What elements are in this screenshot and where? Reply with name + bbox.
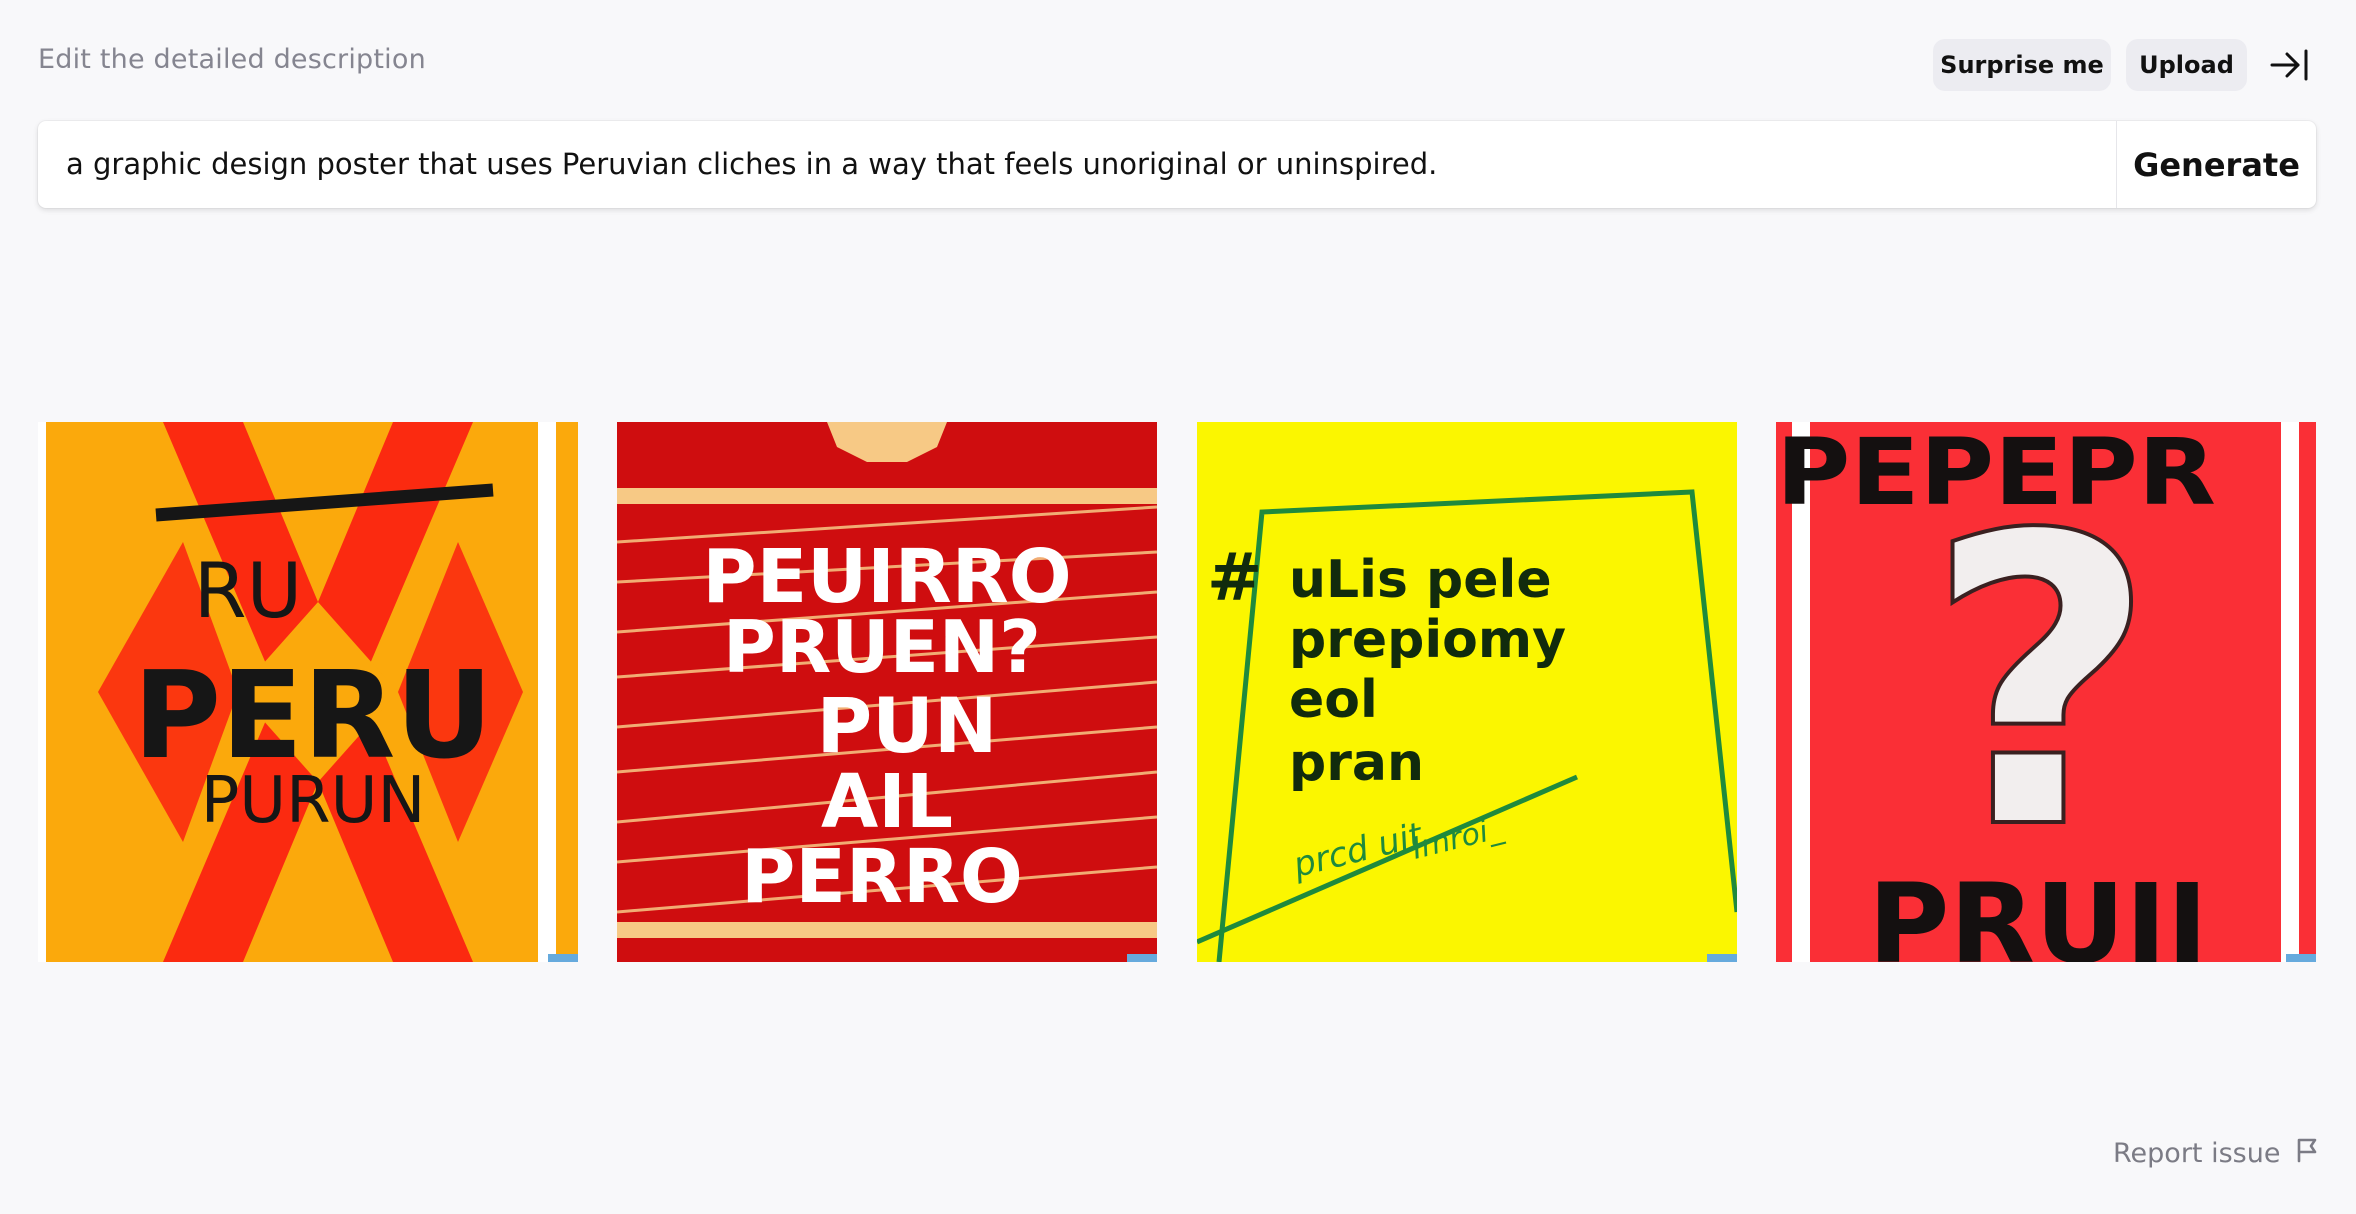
image-border <box>2281 422 2299 962</box>
image-1-text-1: RU <box>194 546 302 635</box>
flag-icon <box>2294 1137 2320 1170</box>
image-border <box>538 422 556 962</box>
image-4-text-3: PRUII <box>1868 860 2208 962</box>
generated-image-4[interactable]: PEPEPR ? PRUII <box>1776 422 2316 962</box>
description-hint: Edit the detailed description <box>38 44 426 75</box>
surprise-me-button[interactable]: Surprise me <box>1933 39 2111 91</box>
upload-button[interactable]: Upload <box>2126 39 2247 91</box>
watermark <box>1707 954 1737 962</box>
report-issue-label: Report issue <box>2113 1138 2281 1169</box>
watermark <box>548 954 578 962</box>
arrow-to-right-icon[interactable] <box>2268 44 2312 86</box>
prompt-bar: a graphic design poster that uses Peruvi… <box>38 121 2316 208</box>
image-3-text-5: pran <box>1289 733 1424 793</box>
generate-button[interactable]: Generate <box>2117 121 2316 208</box>
prompt-input[interactable]: a graphic design poster that uses Peruvi… <box>66 145 2116 183</box>
generated-image-3[interactable]: # uLis pele prepiomy eol pran prcd uit I… <box>1197 422 1737 962</box>
image-2-text-3: PUN <box>816 681 997 770</box>
bottom-band <box>617 922 1157 938</box>
image-2-text-4: AIL <box>821 759 953 845</box>
generated-image-1[interactable]: RU PERU PURUN <box>38 422 578 962</box>
image-3-text-4: eol <box>1289 670 1378 730</box>
image-1-text-3: PURUN <box>201 764 426 838</box>
image-3-text-2: uLis pele <box>1289 550 1552 610</box>
watermark <box>1127 954 1157 962</box>
image-2-text-5: PERRO <box>741 834 1023 920</box>
generated-image-2[interactable]: PEUIRRO PRUEN? PUN AIL PERRO <box>617 422 1157 962</box>
top-band <box>617 488 1157 504</box>
report-issue-link[interactable]: Report issue <box>2113 1137 2320 1170</box>
image-3-text-3: prepiomy <box>1289 610 1566 670</box>
image-4-text-2: ? <box>1925 452 2157 917</box>
image-border <box>38 422 46 962</box>
image-3-text-1: # <box>1207 539 1262 616</box>
image-2-text-2: PRUEN? <box>723 605 1041 689</box>
watermark <box>2286 954 2316 962</box>
